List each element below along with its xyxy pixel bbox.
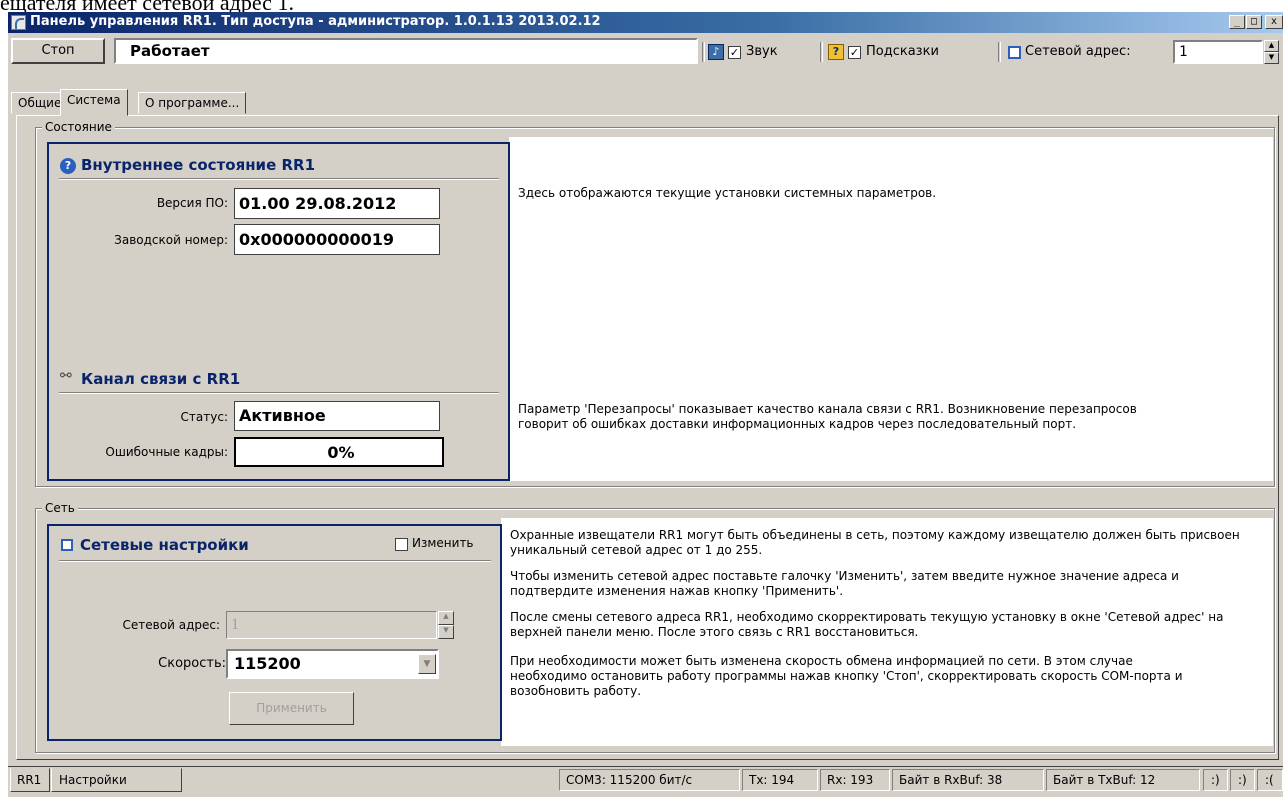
tab-about[interactable]: О программе... [138, 92, 247, 114]
statusbar-port: COM3: 115200 бит/с [559, 769, 740, 791]
network-description-4: При необходимости может быть изменена ск… [510, 654, 1183, 698]
net-address-value: 1 [231, 616, 239, 633]
stop-button[interactable]: Стоп [11, 38, 105, 64]
network-description-1: Охранные извещатели RR1 могут быть объед… [510, 528, 1240, 557]
channel-status-field: Активное [234, 401, 440, 431]
link-icon: ⚯ [60, 368, 72, 384]
sound-icon: ♪ [708, 44, 724, 60]
network-address-label: Сетевой адрес: [1025, 44, 1131, 59]
minimize-button[interactable]: _ [1229, 15, 1245, 29]
toolbar-separator [702, 42, 705, 62]
bottom-divider [8, 766, 1283, 767]
network-group-legend: Сеть [42, 501, 78, 515]
sound-label[interactable]: Звук [746, 44, 778, 59]
hints-label[interactable]: Подсказки [866, 44, 939, 59]
bottom-tab-settings[interactable]: Настройки [51, 768, 182, 792]
hints-icon: ? [828, 44, 844, 60]
error-frames-label: Ошибочные кадры: [105, 445, 228, 459]
network-description-2: Чтобы изменить сетевой адрес поставьте г… [510, 569, 1179, 598]
statusbar-indicator-3: :( [1257, 769, 1283, 791]
network-description-3: После смены сетевого адреса RR1, необход… [510, 610, 1224, 639]
network-address-value: 1 [1179, 44, 1188, 60]
tab-system[interactable]: Система [60, 89, 128, 116]
chevron-down-icon[interactable]: ▼ [418, 654, 436, 674]
window-title: Панель управления RR1. Тип доступа - адм… [30, 14, 601, 29]
apply-button-label: Применить [256, 701, 327, 715]
statusbar-indicator-2: :) [1230, 769, 1255, 791]
network-settings-title: Сетевые настройки [80, 536, 249, 554]
sound-checkbox[interactable]: ✓ [728, 46, 741, 59]
net-address-spin-down[interactable]: ▼ [438, 625, 454, 639]
net-address-label: Сетевой адрес: [122, 618, 220, 632]
app-window: Панель управления RR1. Тип доступа - адм… [8, 12, 1283, 797]
toolbar-separator [820, 42, 823, 62]
version-label: Версия ПО: [156, 196, 228, 210]
spin-up-button[interactable]: ▲ [1264, 40, 1279, 52]
title-bar[interactable]: Панель управления RR1. Тип доступа - адм… [8, 12, 1283, 33]
internal-state-title: Внутреннее состояние RR1 [81, 156, 316, 174]
card-divider [59, 392, 499, 394]
bottom-tab-rr1[interactable]: RR1 [10, 768, 50, 792]
statusbar-rx: Rx: 193 [820, 769, 890, 791]
card-divider [59, 560, 491, 562]
maximize-button[interactable]: □ [1246, 15, 1262, 29]
help-icon: ? [60, 158, 76, 174]
error-frames-field: 0% [234, 437, 444, 467]
speed-value: 115200 [234, 654, 301, 673]
close-button[interactable]: x [1265, 15, 1283, 29]
app-icon[interactable] [11, 15, 26, 30]
channel-title: Канал связи с RR1 [81, 370, 241, 388]
state-description-bottom: Параметр 'Перезапросы' показывает качест… [518, 402, 1137, 431]
status-field: Работает [114, 38, 698, 64]
change-checkbox[interactable] [395, 538, 408, 551]
network-address-icon [1008, 46, 1021, 59]
channel-status-label: Статус: [180, 410, 228, 424]
speed-select[interactable]: 115200 ▼ [226, 649, 439, 679]
serial-field: 0x000000000019 [234, 224, 440, 255]
statusbar-txbuf: Байт в TxBuf: 12 [1046, 769, 1200, 791]
hints-checkbox[interactable]: ✓ [848, 46, 861, 59]
serial-label: Заводской номер: [114, 233, 228, 247]
network-address-input[interactable]: 1 [1173, 40, 1263, 64]
net-address-spin-up[interactable]: ▲ [438, 611, 454, 625]
state-description-top: Здесь отображаются текущие установки сис… [518, 186, 937, 200]
card-divider [59, 178, 499, 180]
version-field: 01.00 29.08.2012 [234, 188, 440, 219]
state-group-legend: Состояние [42, 120, 115, 134]
statusbar-rxbuf: Байт в RxBuf: 38 [892, 769, 1044, 791]
change-label[interactable]: Изменить [412, 536, 474, 550]
spin-down-button[interactable]: ▼ [1264, 52, 1279, 64]
apply-button[interactable]: Применить [229, 692, 354, 725]
toolbar-separator [998, 42, 1001, 62]
stop-button-label: Стоп [41, 43, 75, 58]
statusbar-tx: Tx: 194 [742, 769, 818, 791]
speed-label: Скорость: [158, 656, 226, 671]
network-settings-icon [61, 539, 73, 551]
statusbar-indicator-1: :) [1203, 769, 1228, 791]
status-value: Работает [130, 42, 210, 60]
net-address-input[interactable]: 1 [226, 611, 437, 639]
